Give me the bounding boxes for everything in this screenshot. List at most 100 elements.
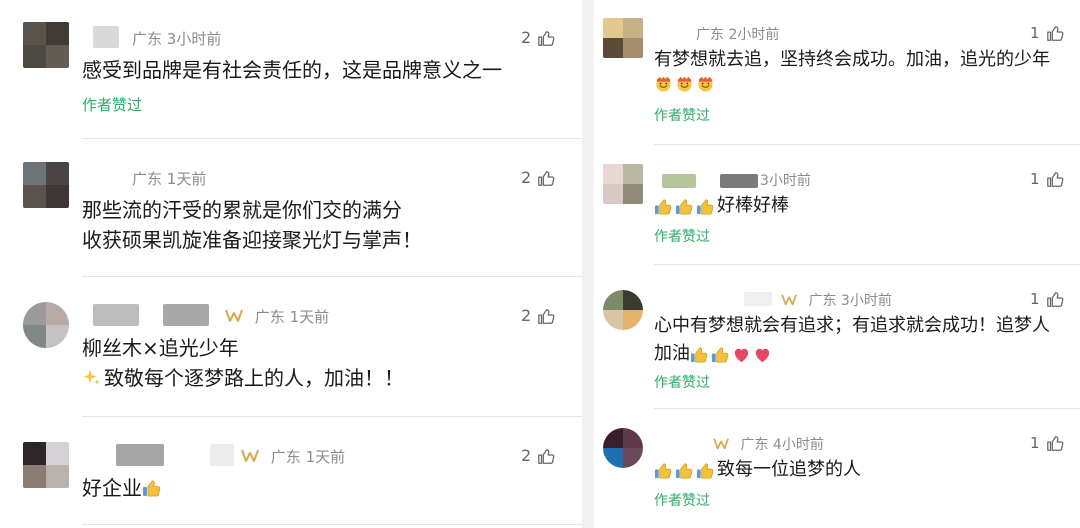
thumbs-up-emoji-icon: [696, 197, 715, 216]
timestamp: 1天前: [305, 448, 346, 466]
thumbs-up-emoji-icon: [711, 345, 730, 364]
comment-text: 那些流的汗受的累就是你们交的满分 收获硕果凯旋准备迎接聚光灯与掌声！: [82, 195, 422, 255]
comment-line: 好企业: [82, 476, 142, 500]
comment-line: 加油: [654, 343, 690, 364]
username-blurred[interactable]: [116, 444, 164, 466]
comment-meta: 广东 2小时前: [696, 24, 779, 44]
avatar[interactable]: [23, 302, 69, 348]
avatar[interactable]: [23, 162, 69, 208]
thumbs-up-outline-icon: [1046, 290, 1064, 308]
author-liked-badge: 作者赞过: [654, 108, 710, 124]
like-button[interactable]: 2: [521, 306, 555, 325]
avatar[interactable]: [603, 164, 643, 204]
like-count: 2: [521, 306, 532, 325]
location-label: 广东: [132, 30, 163, 48]
cheering-face-emoji-icon: [696, 74, 715, 93]
comment-meta: 广东 3小时前: [780, 290, 892, 310]
comment-item: 广东 3小时前 2 感受到品牌是有社会责任的，这是品牌意义之一 作者赞过: [0, 0, 582, 140]
thumbs-up-emoji-icon: [654, 197, 673, 216]
divider: [654, 264, 1080, 265]
thumbs-up-outline-icon: [537, 307, 555, 325]
like-button[interactable]: 2: [521, 28, 555, 47]
thumbs-up-outline-icon: [537, 169, 555, 187]
cheering-face-emoji-icon: [654, 74, 673, 93]
timestamp: 3小时前: [166, 30, 222, 48]
avatar[interactable]: [23, 22, 69, 68]
fan-medal-icon: [240, 448, 262, 464]
like-button[interactable]: 1: [1030, 434, 1064, 452]
username-blurred[interactable]: [662, 174, 696, 188]
comment-text: 好企业: [82, 473, 164, 503]
location-label: 广东: [808, 293, 837, 309]
comment-meta: 3小时前: [760, 170, 811, 190]
avatar[interactable]: [603, 18, 643, 58]
comment-text: 感受到品牌是有社会责任的，这是品牌意义之一: [82, 55, 502, 85]
fan-medal-icon: [780, 293, 800, 307]
divider: [82, 138, 582, 139]
author-liked-badge: 作者赞过: [82, 96, 143, 114]
timestamp: 2小时前: [728, 27, 780, 43]
comment-item: 广东 2小时前 1 有梦想就去追，坚持终会成功。加油，追光的少年 作者赞过: [594, 0, 1080, 146]
avatar[interactable]: [603, 290, 643, 330]
like-count: 2: [521, 168, 532, 187]
right-comment-panel: 广东 2小时前 1 有梦想就去追，坚持终会成功。加油，追光的少年 作者赞过 3小…: [594, 0, 1080, 528]
like-button[interactable]: 1: [1030, 24, 1064, 42]
username-blurred[interactable]: [210, 444, 234, 466]
like-button[interactable]: 1: [1030, 290, 1064, 308]
sparkles-emoji-icon: [82, 368, 102, 388]
comment-meta: 广东 1天前: [132, 168, 206, 189]
thumbs-up-outline-icon: [537, 29, 555, 47]
timestamp: 3小时前: [760, 173, 811, 189]
username-blurred[interactable]: [93, 304, 139, 326]
comment-text: 心中有梦想就会有追求；有追求就会成功！追梦人 加油: [654, 312, 1050, 368]
comment-meta: 广东 1天前: [224, 306, 329, 327]
comment-line: 有梦想就去追，坚持终会成功。加油，追光的少年: [654, 49, 1050, 70]
thumbs-up-emoji-icon: [675, 461, 694, 480]
comment-meta: 广东 4小时前: [712, 434, 824, 454]
comment-line: 致每一位追梦的人: [717, 459, 861, 480]
thumbs-up-emoji-icon: [654, 461, 673, 480]
username-blurred[interactable]: [163, 304, 209, 326]
avatar[interactable]: [603, 428, 643, 468]
comment-line: 收获硕果凯旋准备迎接聚光灯与掌声！: [82, 228, 422, 252]
thumbs-up-outline-icon: [1046, 24, 1064, 42]
comment-line: 感受到品牌是有社会责任的，这是品牌意义之一: [82, 58, 502, 82]
thumbs-up-outline-icon: [537, 447, 555, 465]
comment-line: 致敬每个逐梦路上的人，加油！！: [104, 366, 404, 390]
avatar[interactable]: [23, 442, 69, 488]
comment-item: 广东 4小时前 1 致每一位追梦的人 作者赞过: [594, 410, 1080, 528]
comment-line: 心中有梦想就会有追求；有追求就会成功！追梦人: [654, 315, 1050, 336]
like-button[interactable]: 2: [521, 168, 555, 187]
comment-item: 广东 1天前 2 那些流的汗受的累就是你们交的满分 收获硕果凯旋准备迎接聚光灯与…: [0, 140, 582, 278]
comment-text: 柳丝木×追光少年 致敬每个逐梦路上的人，加油！！: [82, 333, 404, 393]
like-button[interactable]: 2: [521, 446, 555, 465]
location-label: 广东: [132, 170, 163, 188]
comment-item: 广东 3小时前 1 心中有梦想就会有追求；有追求就会成功！追梦人 加油 作者赞过: [594, 266, 1080, 410]
comment-item: 广东 1天前 2 柳丝木×追光少年 致敬每个逐梦路上的人，加油！！: [0, 278, 582, 418]
divider: [82, 524, 582, 525]
like-count: 1: [1030, 434, 1040, 452]
timestamp: 1天前: [166, 170, 207, 188]
cheering-face-emoji-icon: [675, 74, 694, 93]
comment-line: 好棒好棒: [717, 195, 789, 216]
author-liked-badge: 作者赞过: [654, 493, 710, 509]
fan-medal-icon: [224, 308, 246, 324]
divider: [654, 144, 1080, 145]
fan-medal-icon: [712, 437, 732, 451]
like-count: 1: [1030, 290, 1040, 308]
username-blurred[interactable]: [744, 292, 772, 306]
username-blurred[interactable]: [93, 26, 119, 48]
divider: [654, 408, 1080, 409]
divider: [82, 416, 582, 417]
like-button[interactable]: 1: [1030, 170, 1064, 188]
left-comment-panel: 广东 3小时前 2 感受到品牌是有社会责任的，这是品牌意义之一 作者赞过 广东 …: [0, 0, 582, 528]
username-blurred[interactable]: [720, 174, 758, 188]
panel-gutter: [582, 0, 594, 528]
comment-item: 广东 1天前 2 好企业: [0, 418, 582, 528]
divider: [82, 276, 582, 277]
comment-text: 有梦想就去追，坚持终会成功。加油，追光的少年: [654, 46, 1050, 93]
location-label: 广东: [696, 27, 724, 43]
location-label: 广东: [740, 437, 769, 453]
comment-line: 柳丝木×追光少年: [82, 336, 239, 360]
comment-line: 那些流的汗受的累就是你们交的满分: [82, 198, 402, 222]
